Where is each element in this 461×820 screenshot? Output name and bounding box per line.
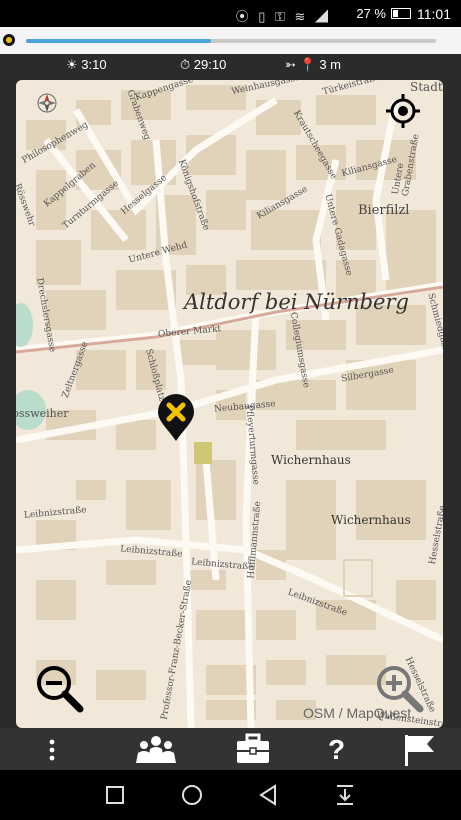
status-icons: ⦿ ▯ ⚿ ≋ ◢ [235,9,331,24]
distance-info: ➳ 📍 3 m [285,57,341,73]
flag-icon [405,735,434,766]
label-wichernhaus-1: Wichernhaus [271,453,351,467]
info-bar: ☀ 3:10 ⏱ 29:10 ➳ 📍 3 m [0,54,461,74]
zoom-out-button[interactable] [36,665,84,713]
label-rossweiher: Rossweiher [16,407,69,420]
help-button[interactable]: ? [328,734,350,766]
compass-arrow-icon: ➳ [285,57,296,72]
map-attribution: OSM / MapQuest [303,705,412,721]
more-vert-icon [49,739,55,761]
my-location-button[interactable] [386,94,420,128]
sunrise-time: 3:10 [81,57,107,72]
field-outline [343,559,373,597]
clock: 11:01 [417,6,451,22]
distance-value: 3 m [319,57,342,72]
pin-icon: 📍 [299,57,316,72]
triangle-back-icon [259,784,276,806]
briefcase-icon [237,733,269,763]
battery-percent: 27 % [356,6,386,21]
label-wichernhaus-2: Wichernhaus [331,513,411,527]
bottom-action-bar: ? [0,728,461,770]
system-navigation-bar [0,770,461,820]
notification-pull-button[interactable] [336,784,354,806]
group-icon [136,736,176,763]
circle-icon [182,785,202,805]
label-stadt: Stadt [410,80,443,94]
timer-value: 29:10 [193,57,227,72]
pond-left [16,303,33,347]
inventory-button[interactable] [236,733,270,765]
label-town-title: Altdorf bei Nürnberg [184,290,409,314]
label-bierfilzl: Bierfilzl [358,203,410,218]
battery-icon [391,8,411,19]
status-bar: ⦿ ▯ ⚿ ≋ ◢ 27 % 11:01 [0,0,461,27]
group-button[interactable] [135,733,177,765]
sunrise-info: ☀ 3:10 [66,57,107,73]
pull-down-icon [337,785,353,805]
flag-button[interactable] [402,733,436,767]
route-progress-row [0,27,461,54]
home-button[interactable] [181,784,203,806]
alarm-clock-icon: ⏱ [180,57,191,72]
timer-info: ⏱ 29:10 [180,57,226,73]
help-icon: ? [328,734,346,765]
zoom-out-icon [37,666,84,713]
square-icon [106,786,124,804]
poi-area [194,442,212,464]
map-pin-icon [158,394,194,441]
map-view[interactable]: Kappengasse Weinhausgasse Türkeistraße S… [16,80,443,728]
target-location-marker[interactable] [157,394,195,442]
compass-icon [37,93,57,113]
compass-button[interactable] [36,92,58,114]
back-button[interactable] [258,784,278,806]
sun-icon: ☀ [66,57,78,72]
more-menu-button[interactable] [44,738,60,762]
route-progress-bar [26,39,436,43]
crosshair-icon [386,94,420,128]
progress-marker-icon [3,34,15,46]
recents-button[interactable] [106,786,124,804]
route-progress-fill [26,39,211,43]
